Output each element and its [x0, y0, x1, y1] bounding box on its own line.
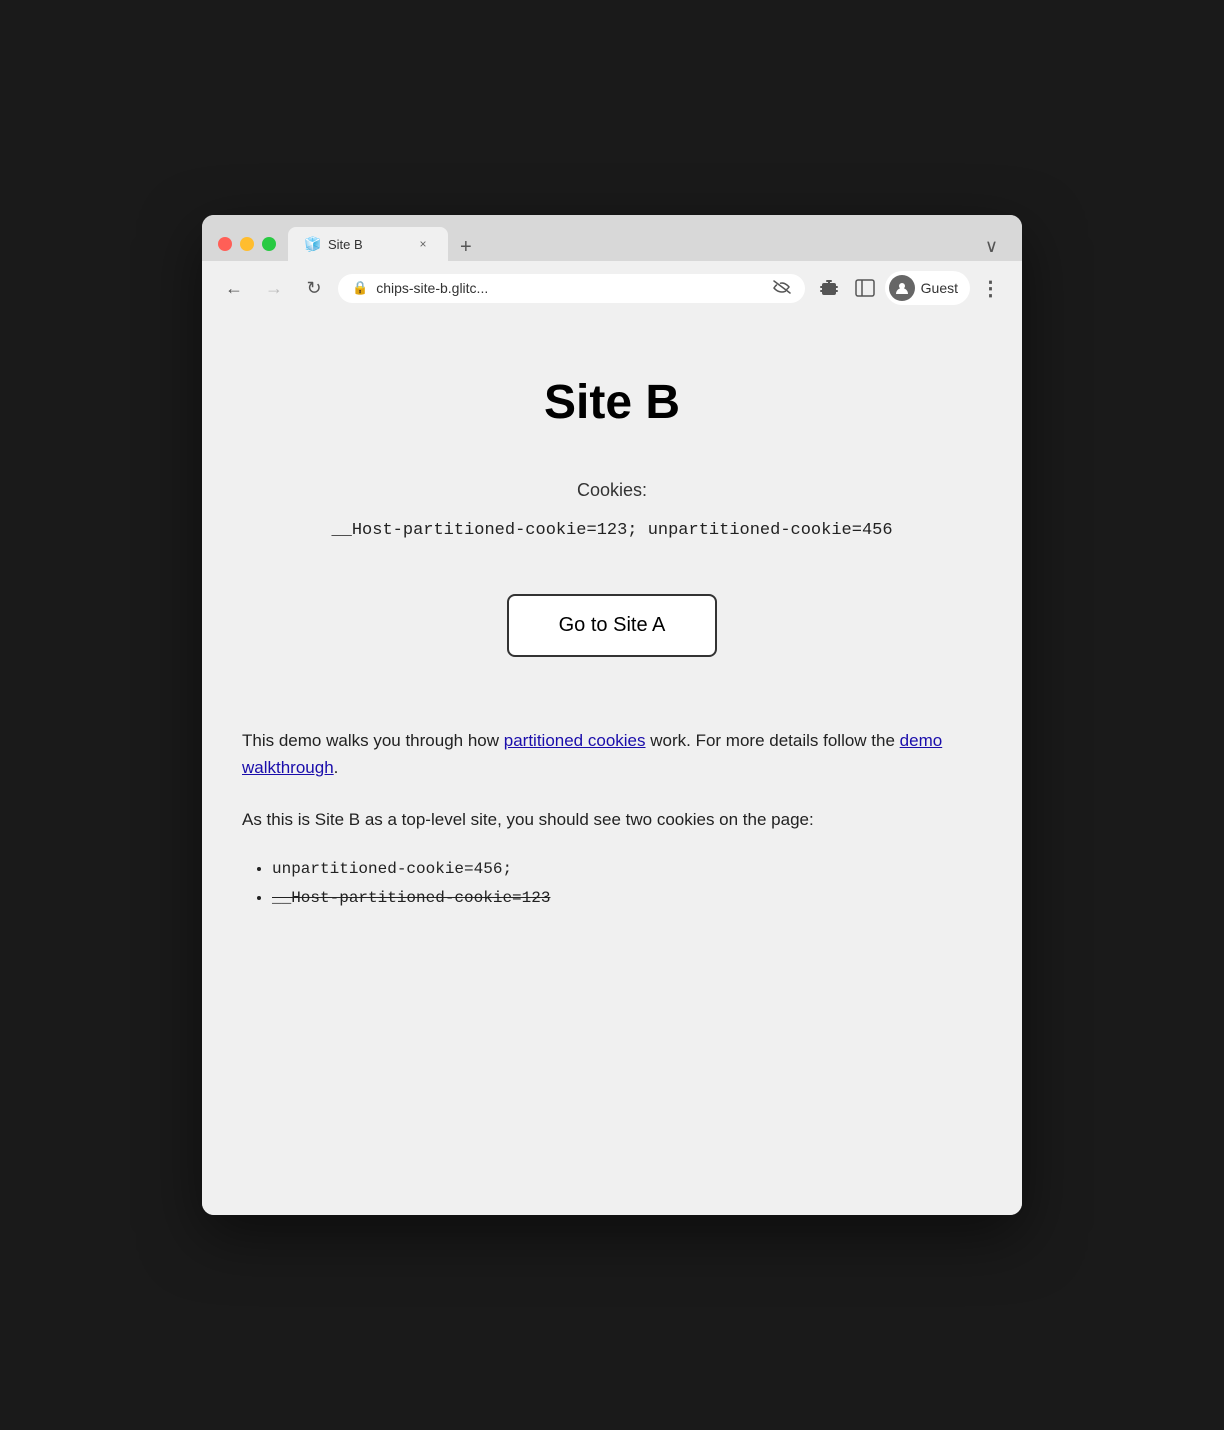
- tab-favicon-icon: 🧊: [304, 236, 320, 252]
- profile-label: Guest: [921, 280, 958, 296]
- new-tab-button[interactable]: +: [452, 233, 480, 261]
- reload-button[interactable]: ↻: [298, 272, 330, 304]
- cookies-section: Cookies: __Host-partitioned-cookie=123; …: [242, 480, 982, 574]
- bullet-list: unpartitioned-cookie=456; __Host-partiti…: [242, 857, 982, 912]
- extensions-button[interactable]: [813, 272, 845, 304]
- eye-off-icon: [773, 280, 791, 297]
- back-button[interactable]: ←: [218, 272, 250, 304]
- list-item: __Host-partitioned-cookie=123: [272, 886, 982, 912]
- list-item: unpartitioned-cookie=456;: [272, 857, 982, 883]
- nav-bar: ← → ↻ 🔒 chips-site-b.glitc...: [202, 261, 1022, 315]
- page-content: Site B Cookies: __Host-partitioned-cooki…: [202, 315, 1022, 1215]
- profile-icon: [889, 275, 915, 301]
- tab-close-button[interactable]: ×: [414, 235, 432, 253]
- more-button[interactable]: ⋮: [974, 272, 1006, 304]
- description-text-2: work. For more details follow the: [646, 731, 900, 750]
- cookies-label: Cookies:: [242, 480, 982, 501]
- description-text-1: This demo walks you through how: [242, 731, 504, 750]
- lock-icon: 🔒: [352, 280, 368, 296]
- tab-dropdown-button[interactable]: ∨: [977, 232, 1006, 261]
- forward-button[interactable]: →: [258, 272, 290, 304]
- nav-actions: Guest ⋮: [813, 271, 1006, 305]
- tab-title: Site B: [328, 237, 406, 252]
- sidebar-button[interactable]: [849, 272, 881, 304]
- maximize-window-button[interactable]: [262, 237, 276, 251]
- description-para-1: This demo walks you through how partitio…: [242, 727, 982, 781]
- title-bar: 🧊 Site B × + ∨: [202, 215, 1022, 261]
- tab-bar: 🧊 Site B × + ∨: [288, 227, 1006, 261]
- minimize-window-button[interactable]: [240, 237, 254, 251]
- go-to-site-button[interactable]: Go to Site A: [507, 594, 718, 657]
- cookie-value: __Host-partitioned-cookie=123; unpartiti…: [331, 517, 892, 544]
- partitioned-cookies-link[interactable]: partitioned cookies: [504, 731, 646, 750]
- window-controls: [218, 237, 276, 251]
- description-text-3: .: [334, 758, 339, 777]
- address-text: chips-site-b.glitc...: [376, 280, 764, 296]
- close-window-button[interactable]: [218, 237, 232, 251]
- active-tab[interactable]: 🧊 Site B ×: [288, 227, 448, 261]
- profile-button[interactable]: Guest: [885, 271, 970, 305]
- browser-window: 🧊 Site B × + ∨ ← → ↻ 🔒 chips-site-b.glit…: [202, 215, 1022, 1215]
- description-section: This demo walks you through how partitio…: [242, 727, 982, 912]
- page-title: Site B: [242, 375, 982, 430]
- address-bar[interactable]: 🔒 chips-site-b.glitc...: [338, 274, 805, 303]
- description-para-2: As this is Site B as a top-level site, y…: [242, 806, 982, 833]
